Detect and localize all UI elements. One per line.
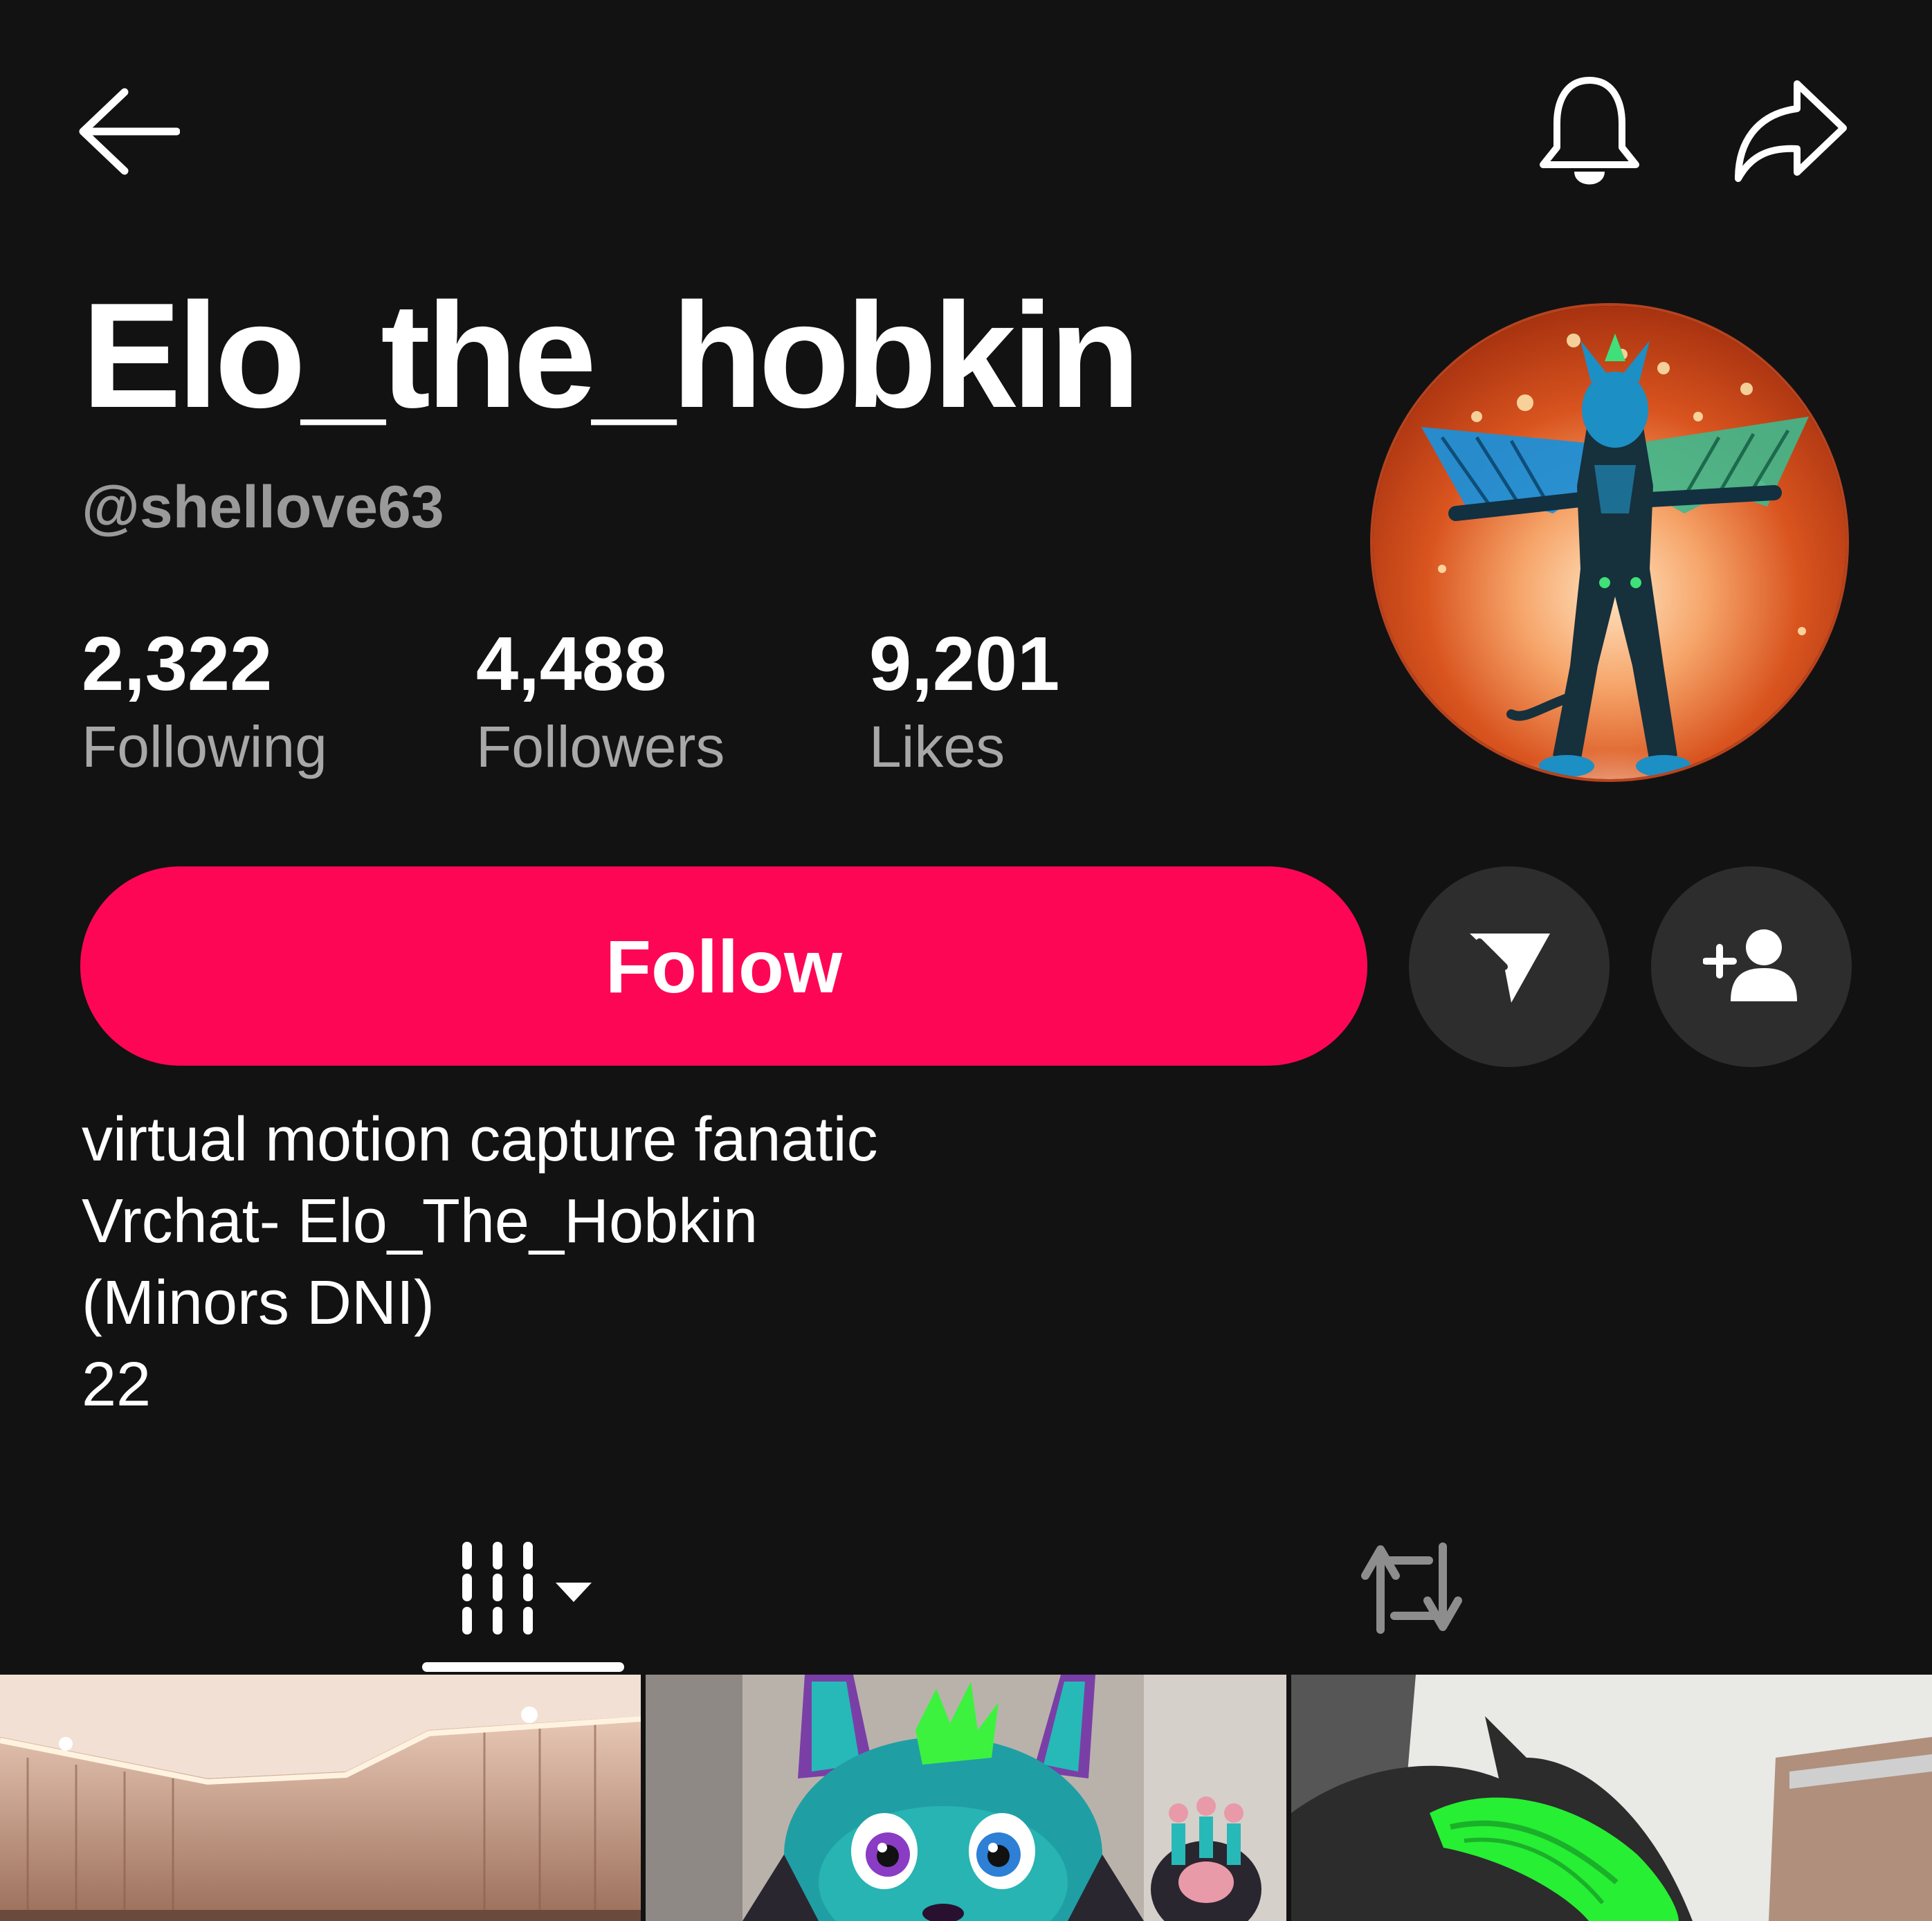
share-arrow-icon (1735, 80, 1847, 182)
bio-line: 22 (82, 1350, 152, 1419)
bio-line: virtual motion capture fanatic (82, 1105, 878, 1174)
avatar-image (1373, 306, 1846, 779)
send-icon (1470, 934, 1550, 1003)
repost-icon (1361, 1542, 1462, 1634)
followers-label: Followers (476, 714, 725, 779)
bio-line: Vrchat- Elo_The_Hobkin (82, 1187, 758, 1256)
notifications-button[interactable] (1531, 69, 1648, 194)
follow-button[interactable]: Follow (80, 866, 1367, 1066)
display-name: Elo_the_hobkin (82, 271, 1140, 439)
active-tab-indicator (422, 1662, 624, 1672)
add-friend-button[interactable] (1651, 866, 1852, 1067)
video-thumbnail[interactable] (646, 1675, 1286, 1921)
video-grid (0, 1675, 1932, 1921)
video-thumbnail[interactable] (0, 1675, 641, 1921)
tab-videos[interactable] (401, 1502, 650, 1675)
username-handle: @shellove63 (82, 474, 444, 540)
arrow-left-icon (79, 88, 180, 175)
stat-following[interactable]: 2,322 Following (82, 626, 476, 776)
stat-followers[interactable]: 4,488 Followers (476, 626, 869, 776)
bio-line: (Minors DNI) (82, 1268, 435, 1338)
back-button[interactable] (76, 69, 194, 194)
bell-icon (1540, 76, 1639, 184)
video-thumbnail[interactable] (1291, 1675, 1932, 1921)
tab-reposts[interactable] (1301, 1502, 1522, 1675)
following-label: Following (82, 714, 327, 779)
stat-likes[interactable]: 9,201 Likes (869, 626, 1077, 776)
likes-count: 9,201 (869, 621, 1060, 707)
content-tabs (0, 1502, 1932, 1675)
profile-page: Elo_the_hobkin @shellove63 2,322 Followi… (0, 0, 1932, 1921)
profile-bio: virtual motion capture fanatic Vrchat- E… (82, 1099, 878, 1426)
grid-icon (462, 1542, 592, 1635)
profile-stats: 2,322 Following 4,488 Followers 9,201 Li… (82, 626, 1077, 776)
avatar[interactable] (1370, 303, 1849, 782)
followers-count: 4,488 (476, 621, 667, 707)
add-user-icon (1703, 929, 1797, 1001)
message-button[interactable] (1409, 866, 1610, 1067)
following-count: 2,322 (82, 621, 273, 707)
share-button[interactable] (1724, 69, 1856, 194)
top-bar (76, 69, 1856, 194)
likes-label: Likes (869, 714, 1005, 779)
